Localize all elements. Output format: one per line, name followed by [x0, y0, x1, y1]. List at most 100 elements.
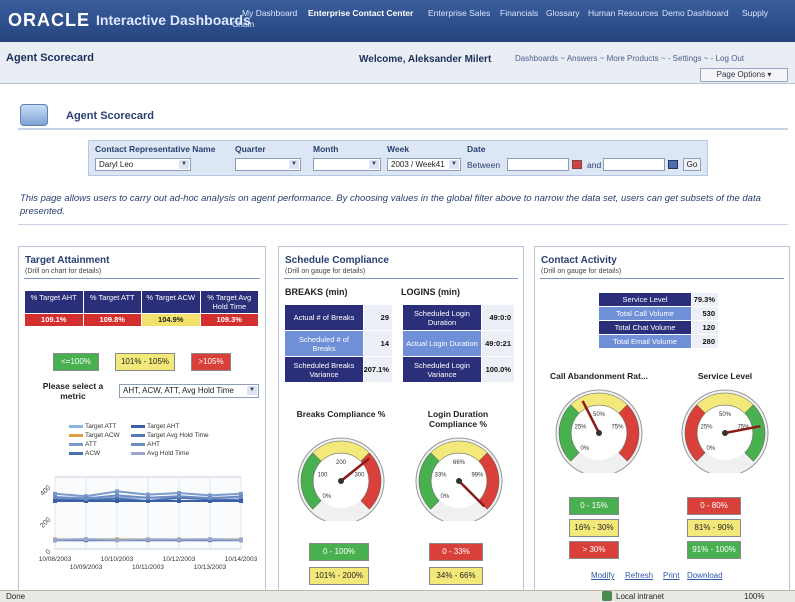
table-label: Actual # of Breaks — [285, 305, 363, 330]
table-value[interactable]: 120 — [692, 321, 718, 334]
rep-select[interactable]: Daryl Leo ▼ — [95, 158, 191, 171]
gauge-tick-label: 33% — [435, 472, 448, 478]
data-point[interactable] — [177, 494, 181, 499]
gauge-tick-label: 50% — [719, 412, 732, 418]
legend-label: Target Avg Hold Time — [147, 432, 209, 439]
table-label: Actual Login Duration — [403, 331, 481, 356]
data-point[interactable] — [84, 496, 88, 501]
metric-select[interactable]: AHT, ACW, ATT, Avg Hold Time ▼ — [119, 384, 259, 398]
target-header: % Target ATT — [83, 291, 141, 313]
quarter-select[interactable]: ▼ — [235, 158, 301, 171]
data-point[interactable] — [177, 537, 181, 542]
nav-my-dashboard[interactable]: My Dashboard — [242, 8, 297, 18]
legend-red: 0 - 80% — [687, 497, 741, 515]
login-gauge[interactable]: 0% 33% 66% 99% — [411, 433, 507, 521]
global-links[interactable]: Dashboards ~ Answers ~ More Products ~ -… — [515, 54, 744, 63]
legend-label: AHT — [147, 441, 160, 448]
print-link[interactable]: Print — [663, 571, 679, 580]
calendar-icon[interactable] — [572, 160, 582, 169]
nav-enterprise-contact-center[interactable]: Enterprise Contact Center — [308, 8, 413, 18]
abandonment-gauge[interactable]: 0% 25% 50% 75% — [551, 385, 647, 473]
data-point[interactable] — [239, 494, 243, 499]
zoom-text[interactable]: 100% — [744, 592, 764, 601]
table-value[interactable]: 207.1% — [364, 357, 392, 382]
logins-table[interactable]: Scheduled Login Duration 49:0:0 Actual Log… — [403, 305, 515, 383]
date-label: Date — [467, 144, 486, 154]
target-value[interactable]: 109.1% — [25, 314, 83, 326]
data-point[interactable] — [239, 499, 243, 503]
nav-demo-dashboard[interactable]: Demo Dashboard — [662, 8, 729, 18]
target-value[interactable]: 109.8% — [83, 314, 141, 326]
x-tick-label: 10/08/2003 — [39, 556, 72, 563]
go-button[interactable]: Go — [683, 158, 701, 171]
line-chart[interactable]: 400200010/08/2003 10/10/2003 10/12/2003 10/… — [19, 469, 265, 585]
breaks-gauge[interactable]: 0% 100 200 300 — [293, 433, 389, 521]
data-point[interactable] — [239, 537, 243, 542]
data-point[interactable] — [115, 537, 119, 542]
legend-red: > 30% — [569, 541, 619, 559]
nav-glossary[interactable]: Glossary — [546, 8, 580, 18]
refresh-link[interactable]: Refresh — [625, 571, 653, 580]
data-point[interactable] — [115, 493, 119, 498]
nav-financials[interactable]: Financials — [500, 8, 538, 18]
service-level-gauge[interactable]: 0%25%50%75% — [677, 385, 773, 473]
nav-human-resources[interactable]: Human Resources — [588, 8, 658, 18]
calendar-icon[interactable] — [668, 160, 678, 169]
table-value[interactable]: 530 — [692, 307, 718, 320]
data-point[interactable] — [146, 537, 150, 542]
data-point[interactable] — [208, 537, 212, 542]
table-value[interactable]: 100.0% — [482, 357, 514, 382]
data-point[interactable] — [84, 537, 88, 542]
and-label: and — [587, 160, 602, 170]
contact-table[interactable]: Service Level 79.3% Total Call Volume 530 To… — [599, 293, 719, 349]
gauge-tick-label: 300 — [354, 472, 365, 478]
date-to-input[interactable] — [603, 158, 665, 171]
target-header: % Target Avg Hold Time — [200, 291, 258, 313]
breaks-table[interactable]: Actual # of Breaks 29 Scheduled # of Break… — [285, 305, 393, 383]
table-label: Scheduled # of Breaks — [285, 331, 363, 356]
panel-title: Schedule Compliance — [285, 255, 389, 266]
table-value[interactable]: 49:0:21 — [482, 331, 514, 356]
gauge-title: Login Duration Compliance % — [427, 409, 489, 429]
date-from-input[interactable] — [507, 158, 569, 171]
nav-supply[interactable]: Supply — [742, 8, 768, 18]
month-select[interactable]: ▼ — [313, 158, 381, 171]
chevron-down-icon: ▼ — [289, 160, 299, 169]
gauge-tick-label: 25% — [701, 424, 714, 430]
status-bar: Done Local intranet 100% — [0, 590, 795, 602]
download-link[interactable]: Download — [687, 571, 723, 580]
table-value[interactable]: 280 — [692, 335, 718, 348]
data-point[interactable] — [53, 537, 57, 542]
target-value[interactable]: 109.3% — [200, 314, 258, 326]
table-value[interactable]: 29 — [364, 305, 392, 330]
data-point[interactable] — [115, 499, 119, 503]
nav-enterprise-sales[interactable]: Enterprise Sales — [428, 8, 490, 18]
data-point[interactable] — [53, 495, 57, 499]
week-select[interactable]: 2003 / Week41 ▼ — [387, 158, 461, 171]
data-point[interactable] — [115, 489, 119, 494]
data-point[interactable] — [177, 499, 181, 503]
legend-label: Target ATT — [85, 423, 117, 430]
legend-green: 0 - 15% — [569, 497, 619, 515]
target-table[interactable]: % Target AHT 109.1%% Target ATT 109.8%% Ta… — [25, 291, 259, 333]
target-value[interactable]: 104.9% — [142, 314, 200, 326]
data-point[interactable] — [208, 496, 212, 501]
target-header: % Target ACW — [142, 291, 200, 313]
table-value[interactable]: 14 — [364, 331, 392, 356]
nav-chain[interactable]: Chain — [232, 19, 254, 29]
page-options-button[interactable]: Page Options ▾ — [700, 68, 788, 82]
welcome-text: Welcome, Aleksander Milert — [359, 54, 492, 65]
scorecard-icon — [20, 104, 48, 126]
table-value[interactable]: 49:0:0 — [482, 305, 514, 330]
legend-label: Target ACW — [85, 432, 120, 439]
section-title: Agent Scorecard — [66, 110, 155, 122]
gauge-hub — [338, 478, 344, 484]
modify-link[interactable]: Modify — [591, 571, 615, 580]
chevron-down-icon: ▼ — [179, 160, 189, 169]
legend-entry: ATT — [69, 441, 97, 448]
data-point[interactable] — [53, 499, 57, 503]
legend-red: 0 - 33% — [429, 543, 483, 561]
data-point[interactable] — [146, 495, 150, 500]
table-value[interactable]: 79.3% — [692, 293, 718, 306]
legend-swatch — [131, 442, 145, 446]
